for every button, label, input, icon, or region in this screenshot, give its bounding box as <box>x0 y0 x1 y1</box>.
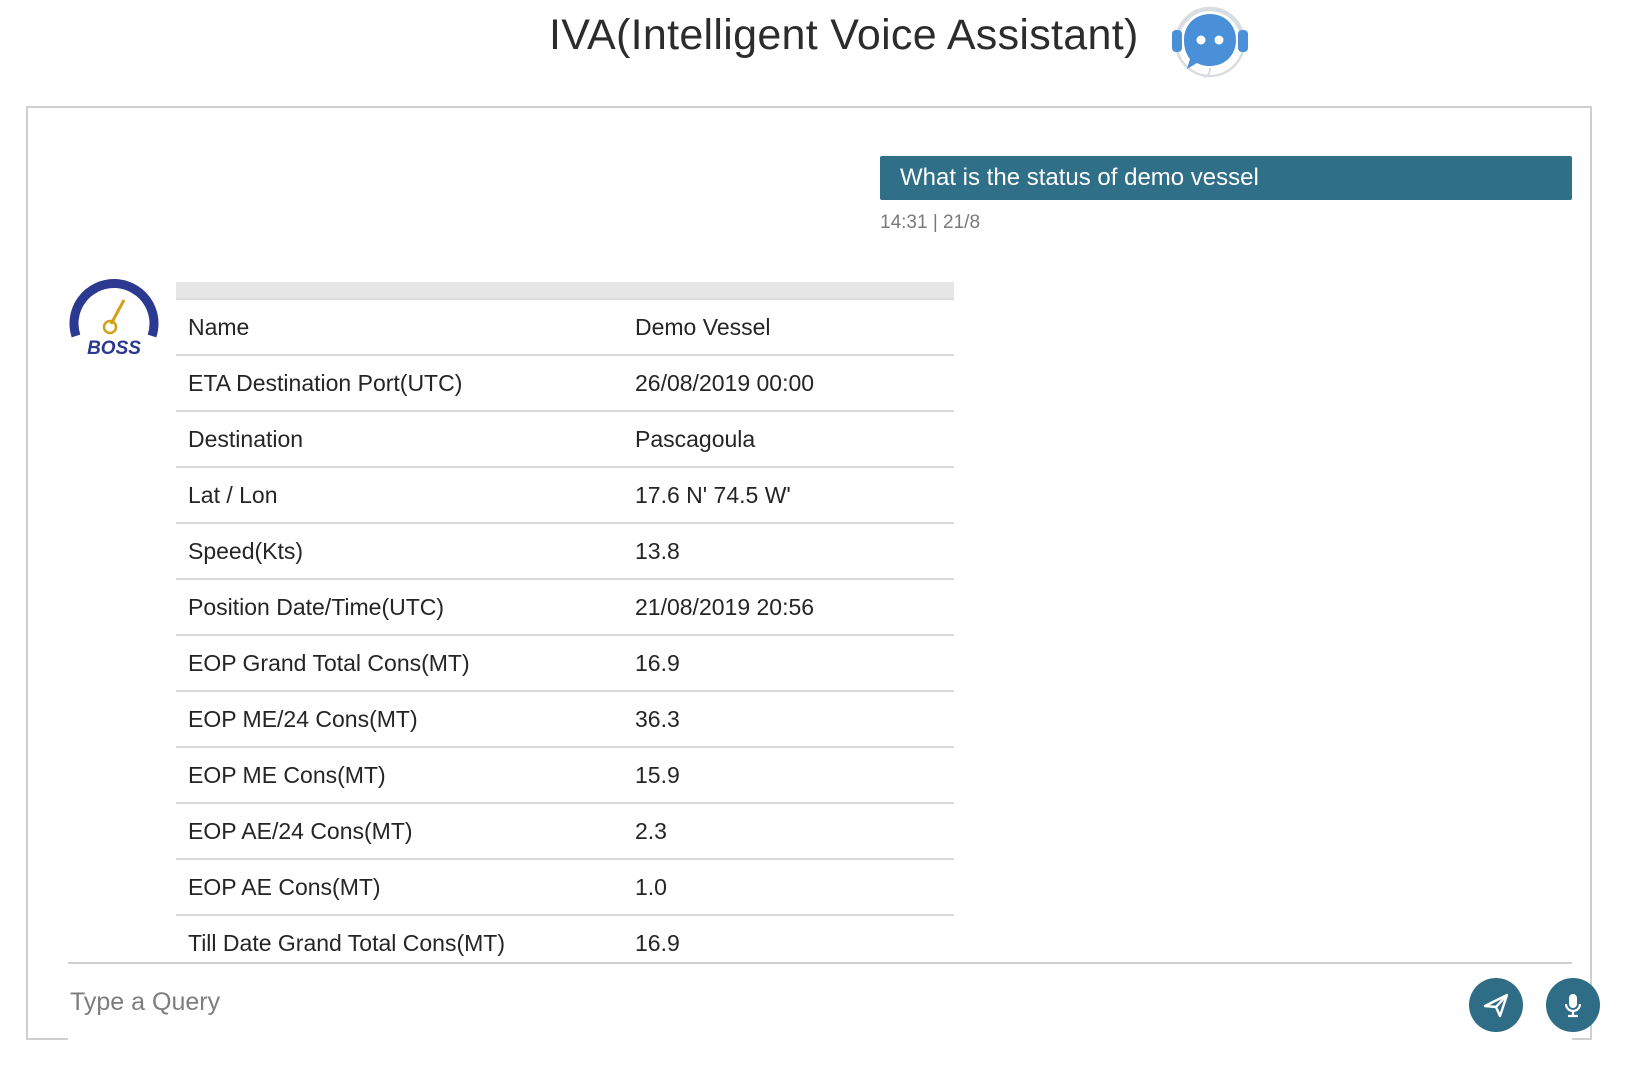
page-title: IVA(Intelligent Voice Assistant) <box>549 11 1139 59</box>
row-label: EOP AE Cons(MT) <box>176 859 635 916</box>
row-label: ETA Destination Port(UTC) <box>176 355 635 412</box>
table-row: EOP AE/24 Cons(MT) 2.3 <box>176 803 954 860</box>
row-value: 36.3 <box>635 691 954 748</box>
boss-logo-text: BOSS <box>87 338 141 359</box>
row-value: 21/08/2019 20:56 <box>635 579 954 636</box>
row-value: 2.3 <box>635 803 954 860</box>
table-row: Speed(Kts) 13.8 <box>176 523 954 580</box>
table-row: EOP ME/24 Cons(MT) 36.3 <box>176 691 954 748</box>
row-label: EOP ME Cons(MT) <box>176 747 635 804</box>
row-label: Speed(Kts) <box>176 523 635 580</box>
row-value: 13.8 <box>635 523 954 580</box>
boss-logo-avatar: BOSS <box>69 279 159 359</box>
row-value: 16.9 <box>635 635 954 692</box>
row-value: Demo Vessel <box>635 300 954 356</box>
message-timestamp: 14:31 | 21/8 <box>880 212 981 233</box>
table-row: Position Date/Time(UTC) 21/08/2019 20:56 <box>176 579 954 636</box>
vessel-status-table: Name Demo Vessel ETA Destination Port(UTC)… <box>176 300 954 970</box>
table-row: EOP AE Cons(MT) 1.0 <box>176 859 954 916</box>
row-label: Position Date/Time(UTC) <box>176 579 635 636</box>
row-value: 15.9 <box>635 747 954 804</box>
table-row: ETA Destination Port(UTC) 26/08/2019 00:0… <box>176 355 954 412</box>
row-value: 26/08/2019 00:00 <box>635 355 954 412</box>
row-value: Pascagoula <box>635 411 954 468</box>
bot-reply-card: Name Demo Vessel ETA Destination Port(UTC)… <box>176 282 954 1071</box>
table-row: EOP ME Cons(MT) 15.9 <box>176 747 954 804</box>
send-button[interactable] <box>1469 978 1523 1032</box>
user-message-bubble: What is the status of demo vessel <box>880 156 1572 200</box>
row-label: EOP ME/24 Cons(MT) <box>176 691 635 748</box>
table-row: EOP Grand Total Cons(MT) 16.9 <box>176 635 954 692</box>
row-label: EOP AE/24 Cons(MT) <box>176 803 635 860</box>
table-row: Destination Pascagoula <box>176 411 954 468</box>
row-value: 1.0 <box>635 859 954 916</box>
row-label: Destination <box>176 411 635 468</box>
table-row: Lat / Lon 17.6 N' 74.5 W' <box>176 467 954 524</box>
table-row: Name Demo Vessel <box>176 300 954 356</box>
query-input[interactable] <box>68 976 1372 1028</box>
row-label: Lat / Lon <box>176 467 635 524</box>
row-label: Name <box>176 300 635 356</box>
app-header: IVA(Intelligent Voice Assistant) <box>0 0 1626 95</box>
microphone-button[interactable] <box>1546 978 1600 1032</box>
row-value: 17.6 N' 74.5 W' <box>635 467 954 524</box>
microphone-icon <box>1564 994 1582 1018</box>
chat-panel: What is the status of demo vessel 14:31 … <box>26 106 1600 1040</box>
row-label: EOP Grand Total Cons(MT) <box>176 635 635 692</box>
send-icon <box>1483 993 1509 1018</box>
query-input-bar <box>68 962 1600 1040</box>
chatbot-headset-icon <box>1172 6 1248 78</box>
card-header-bar <box>176 282 954 300</box>
